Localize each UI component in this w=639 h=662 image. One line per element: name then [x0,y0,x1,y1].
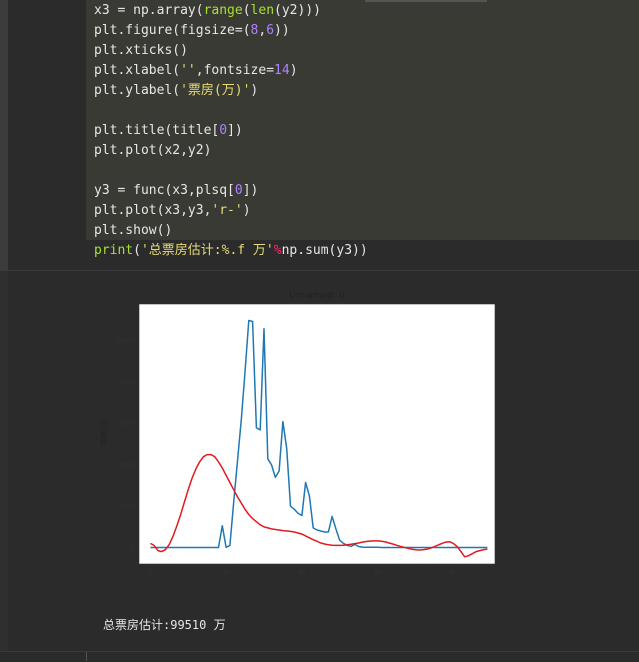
code-token: ) [242,203,251,218]
code-token: 14 [274,63,290,78]
y-tick-label: 2000 [119,503,134,510]
code-line: plt.title(title[0]) [94,121,243,141]
code-token: 0 [219,123,228,138]
chart-title: Unnamed: 0 [289,291,344,301]
code-token: range [203,3,243,18]
code-token: plt.ylabel( [94,83,181,98]
code-token: plt.plot(x3,y3, [94,203,212,218]
cell-prompt-area [8,0,86,270]
code-line: plt.ylabel('票房(万)') [94,81,258,101]
code-token: plt.title(title[ [94,123,220,138]
code-token: ) [289,63,298,78]
code-line: x3 = np.array(range(len(y2))) [94,1,321,21]
code-token: ) [250,83,259,98]
code-token: )) [274,23,290,38]
code-token: plt.xticks() [94,43,188,58]
code-token: y3 = func(x3,plsq[ [94,183,235,198]
plot-area [138,303,496,565]
code-token: 'r-' [211,203,243,218]
y-axis-label: 票房(万) [99,419,108,446]
code-token: % [273,243,282,258]
code-line: y3 = func(x3,plsq[0]) [94,181,258,201]
next-cell-separator [86,652,87,661]
x-tick-label: 0 [148,570,152,577]
code-token: '' [180,63,196,78]
y-tick-label: 0 [130,544,134,551]
cell-gutter [0,0,8,270]
code-line: plt.xticks() [94,41,188,61]
code-token: ]) [242,183,259,198]
y-tick-label: 8000 [119,379,134,386]
code-token: 6 [266,23,275,38]
horizontal-scrollbar[interactable] [365,0,487,2]
code-token: plt.show() [94,223,173,238]
code-token: ,fontsize= [195,63,275,78]
line-chart: Unnamed: 0 票房(万) 0 20 40 60 80 0 2000 4000 6000 8… [99,291,496,577]
code-token: ( [242,3,251,18]
code-token: x3 = np.array( [94,3,204,18]
code-line: plt.plot(x3,y3,'r-') [94,201,251,221]
code-token: np.sum(y3)) [281,243,368,258]
code-token: plt.figure(figsize=( [94,23,251,38]
x-tick-label: 80 [450,570,458,577]
output-gutter [0,271,8,651]
code-cell[interactable]: x3 = np.array(range(len(y2))) plt.figure(… [0,0,639,270]
code-token: ]) [227,123,243,138]
code-token: '总票房估计:%.f 万' [140,243,274,258]
code-token: print [94,243,134,258]
code-token: len [250,3,275,18]
y-tick-label: 6000 [119,421,134,428]
chart-container: Unnamed: 0 票房(万) 0 20 40 60 80 0 2000 4000 6000 8… [94,282,514,587]
x-tick-label: 40 [298,570,306,577]
print-output: 总票房估计:99510 万 [103,618,226,632]
code-token: plt.plot(x2,y2) [94,143,212,158]
code-line: plt.figure(figsize=(8,6)) [94,21,290,41]
next-cell-bar [0,651,639,662]
y-tick-label: 4000 [119,462,134,469]
x-tick-label: 20 [222,570,230,577]
code-line: print('总票房估计:%.f 万'%np.sum(y3)) [94,241,368,261]
code-line: plt.plot(x2,y2) [94,141,211,161]
code-token: (y2))) [274,3,321,18]
code-token: 0 [234,183,243,198]
code-token: ( [133,243,141,258]
code-token: '票房(万)' [180,83,251,98]
y-tick-label: 10000 [115,338,134,345]
code-line: plt.xlabel('',fontsize=14) [94,61,298,81]
code-token: plt.xlabel( [94,63,181,78]
code-line: plt.show() [94,221,172,241]
x-tick-label: 60 [374,570,382,577]
